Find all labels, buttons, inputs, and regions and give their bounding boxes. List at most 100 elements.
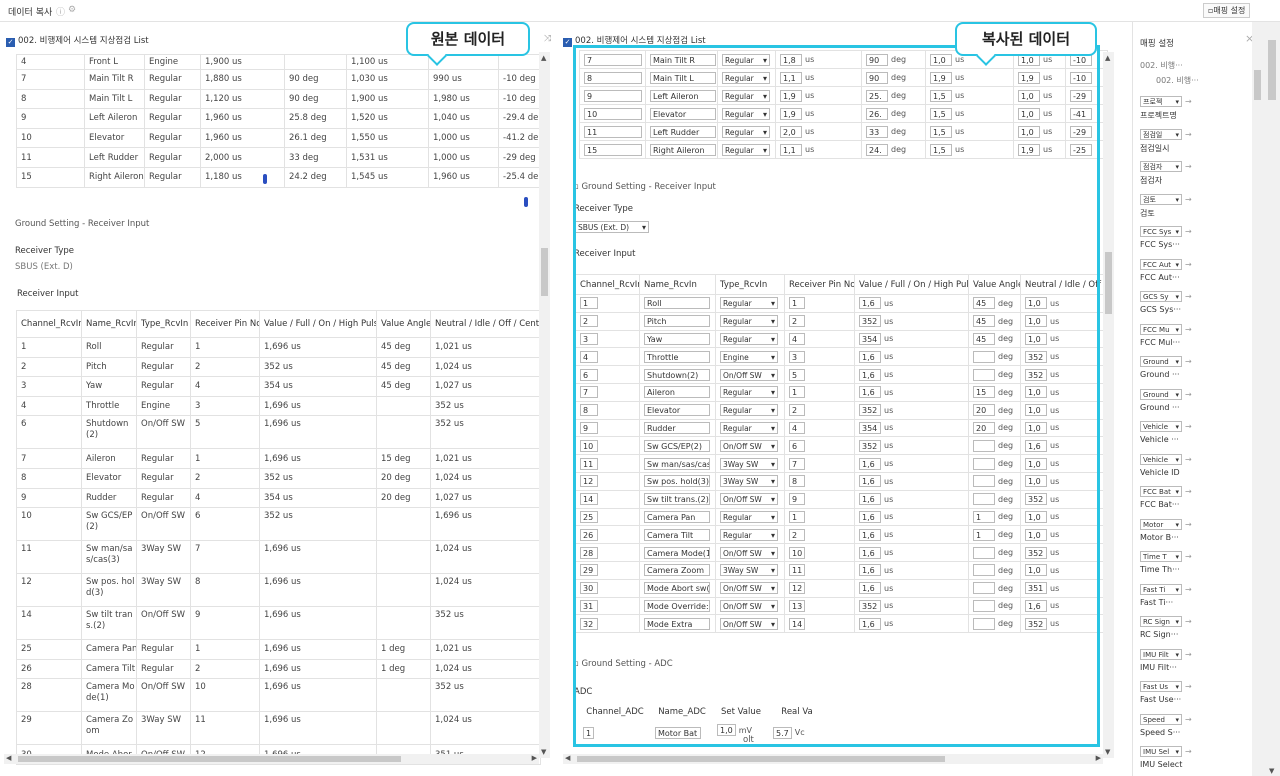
table-cell: On/Off SW	[136, 415, 191, 450]
mapping-settings-button[interactable]: ▫매핑 설정	[1203, 3, 1251, 18]
mapping-select[interactable]: 점검자 ▾	[1140, 161, 1182, 172]
info-icon[interactable]: ⓘ	[56, 5, 65, 18]
table-cell: 45 deg	[376, 337, 431, 358]
table-row: 10 Elevator Regular 1,960 us 26.1 deg 1,550 u…	[16, 127, 541, 149]
sidebar-mapping-item: Speed ▾ →	[1140, 713, 1192, 725]
table-cell: Sw tilt tran s.(2)	[81, 606, 137, 641]
mapping-select[interactable]: Fast Ti ▾	[1140, 583, 1182, 595]
mapping-select[interactable]: Fast Us ▾	[1140, 681, 1182, 692]
right-horizontal-scrollbar[interactable]: ◀ ▶	[563, 754, 1103, 764]
sidebar-mapping-item: GCS Sy ▾ →	[1140, 291, 1192, 302]
table-cell: Sw man/sa s/cas(3)	[81, 540, 137, 575]
left-horizontal-scrollbar[interactable]: ◀ ▶	[4, 754, 539, 764]
table-cell: 352 us	[430, 415, 541, 450]
mapping-select[interactable]: FCC Aut ▾	[1140, 258, 1182, 270]
checkbox-icon[interactable]: ✓	[563, 38, 572, 47]
sidebar-mapping-label: 검토	[1140, 208, 1155, 218]
table-cell: 8	[16, 88, 85, 110]
table-cell: 11	[190, 711, 260, 746]
sidebar-mapping-label: 프로젝트명	[1140, 111, 1177, 120]
sidebar-mapping-label: Vehicle ···	[1140, 435, 1179, 444]
sidebar-mapping-label: Time Th···	[1140, 565, 1180, 574]
gear-icon[interactable]: ⚙	[68, 5, 76, 15]
sidebar-head-2: 002. 비행···	[1156, 76, 1199, 85]
table-cell: 1,027 us	[430, 376, 541, 397]
page-scrollbar[interactable]: ▼	[1264, 22, 1280, 776]
column-header: Channel_RcvIn	[16, 310, 82, 338]
table-cell: 352 us	[430, 678, 541, 713]
table-cell: 1,696 us	[259, 448, 377, 469]
mapping-select[interactable]: FCC Bat ▾	[1140, 486, 1182, 497]
chevron-down-icon: ▾	[1175, 423, 1179, 431]
table-row: 14 Sw tilt tran s.(2) On/Off SW 9 1,696 us 35…	[16, 606, 541, 641]
table-cell: 1,696 us	[259, 606, 377, 641]
mapping-select[interactable]: Time T ▾	[1140, 551, 1182, 562]
mapping-select[interactable]: Vehicle ▾	[1140, 453, 1182, 465]
table-cell: 1,900 us	[346, 88, 429, 110]
table-cell: -10 deg	[498, 69, 541, 90]
mapping-select-value: FCC Bat	[1143, 488, 1171, 496]
table-cell: 1,024 us	[430, 467, 541, 489]
sidebar-scrollbar[interactable]	[1252, 22, 1264, 776]
table-cell: Regular	[144, 147, 201, 168]
mapping-select-value: Fast Ti	[1143, 585, 1166, 594]
table-cell: Regular	[144, 108, 201, 129]
sidebar-mapping-item: FCC Bat ▾ →	[1140, 486, 1192, 497]
mapping-select[interactable]: 점검일 ▾	[1140, 128, 1182, 140]
table-cell: 15 deg	[376, 448, 431, 469]
left-panel: ✓ 002. 비행제어 시스템 지상점검 List 4 Front L Engine 1…	[0, 30, 552, 776]
mapping-select[interactable]: FCC Mu ▾	[1140, 323, 1182, 335]
table-cell: 2,000 us	[200, 147, 285, 168]
top-bar: 데이터 복사 ⓘ ⚙ ▫매핑 설정	[0, 0, 1280, 22]
mapping-select[interactable]: 검토 ▾	[1140, 193, 1182, 205]
mapping-select-value: FCC Sys	[1143, 228, 1172, 236]
mapping-select[interactable]: GCS Sy ▾	[1140, 291, 1182, 302]
table-cell: -25.4 de	[498, 166, 541, 188]
chevron-down-icon: ▾	[1175, 390, 1179, 399]
mapping-select[interactable]: Ground ▾	[1140, 388, 1182, 400]
table-cell: Yaw	[81, 376, 137, 397]
table-cell: Aileron	[81, 448, 137, 469]
sidebar-mapping-label: IMU Filt···	[1140, 662, 1177, 672]
sidebar-mapping-label: Speed S···	[1140, 727, 1181, 737]
column-header: Receiver Pin No.	[190, 310, 260, 338]
left-vertical-scrollbar[interactable]: ▲ ▼	[539, 52, 550, 758]
table-cell	[376, 573, 431, 608]
table-cell: 1,550 us	[346, 127, 429, 149]
mapping-select[interactable]: Vehicle ▾	[1140, 421, 1182, 432]
mapping-select[interactable]: IMU Filt ▾	[1140, 648, 1182, 660]
sidebar-mapping-item: Time T ▾ →	[1140, 551, 1192, 562]
table-cell: 1,100 us	[346, 54, 429, 70]
left-receiver-type-value: SBUS (Ext. D)	[15, 262, 73, 272]
arrow-right-icon: →	[1185, 747, 1192, 756]
mapping-select[interactable]: Ground ▾	[1140, 356, 1182, 367]
sidebar-mapping-label: 점검일시	[1140, 143, 1170, 153]
checkbox-icon[interactable]: ✓	[6, 38, 15, 47]
mapping-select[interactable]: FCC Sys ▾	[1140, 226, 1182, 237]
mapping-select[interactable]: Speed ▾	[1140, 713, 1182, 725]
table-cell: 45 deg	[376, 376, 431, 397]
sidebar-mapping-label: Vehicle ID	[1140, 467, 1180, 477]
table-cell: On/Off SW	[136, 678, 191, 713]
table-cell: Camera Tilt	[81, 658, 137, 680]
table-cell: 1,880 us	[200, 69, 285, 90]
table-row: 6 Shutdown (2) On/Off SW 5 1,696 us 352 us	[16, 415, 541, 450]
left-ground-setting-label: Ground Setting - Receiver Input	[15, 219, 150, 229]
chevron-down-icon: ▾	[1175, 650, 1179, 659]
mapping-select[interactable]: RC Sign ▾	[1140, 616, 1182, 627]
swap-icon[interactable]: ⤨	[544, 34, 551, 44]
mapping-select-value: GCS Sy	[1143, 293, 1169, 301]
table-cell: Sw GCS/EP (2)	[81, 507, 137, 542]
mapping-select[interactable]: IMU Sel ▾	[1140, 746, 1182, 757]
chevron-down-icon: ▾	[1175, 163, 1179, 171]
sidebar-mapping-label: FCC Aut···	[1140, 272, 1180, 282]
mapping-select[interactable]: 프로젝 ▾	[1140, 96, 1182, 107]
table-cell: 1,520 us	[346, 108, 429, 129]
right-vertical-scrollbar[interactable]: ▲ ▼	[1103, 52, 1114, 758]
table-cell: 8	[190, 573, 260, 608]
table-cell: Roll	[81, 337, 137, 358]
arrow-right-icon: →	[1185, 617, 1192, 626]
table-cell: 3Way SW	[136, 540, 191, 575]
copied-data-highlight	[573, 45, 1100, 747]
mapping-select[interactable]: Motor ▾	[1140, 518, 1182, 530]
